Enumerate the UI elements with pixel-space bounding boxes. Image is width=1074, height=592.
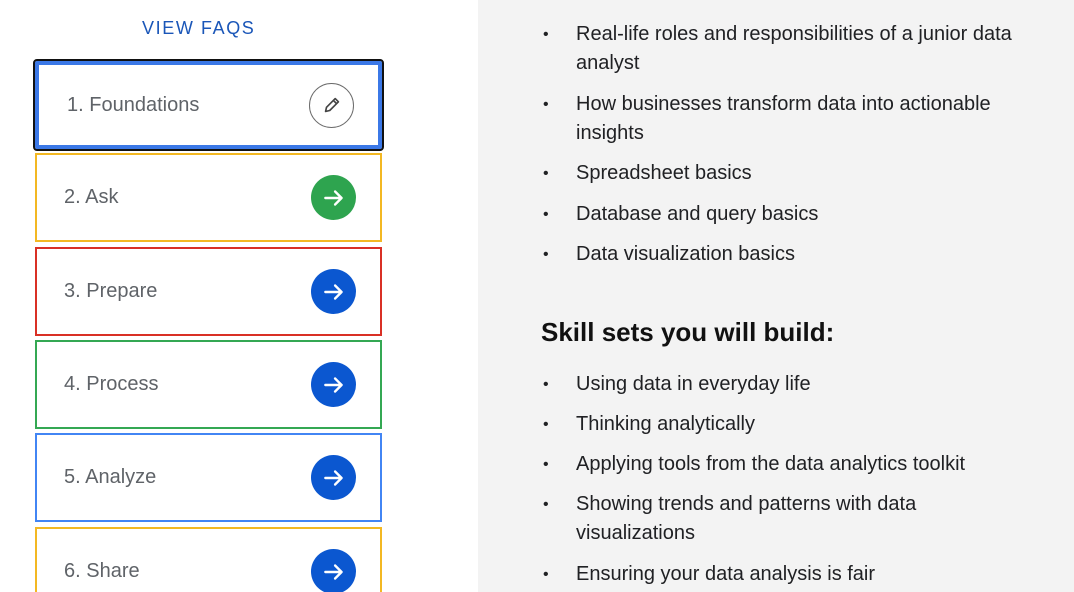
skill-list-item: • Using data in everyday life: [543, 370, 1023, 399]
module-label: 1. Foundations: [67, 93, 200, 116]
module-label: 2. Ask: [64, 186, 119, 208]
module-label: 6. Share: [64, 560, 140, 582]
arrow-right-icon: [311, 455, 356, 500]
skill-list-item: • Ensuring your data analysis is fair: [543, 560, 1023, 589]
arrow-right-icon: [311, 269, 356, 314]
topic-list-item: • Spreadsheet basics: [543, 159, 1023, 188]
edit-pencil-icon: [309, 82, 354, 128]
arrow-right-icon: [311, 175, 356, 220]
bullet-icon: •: [543, 206, 549, 223]
skill-list-item: • Showing trends and patterns with data …: [543, 490, 1023, 548]
module-card-analyze[interactable]: 5. Analyze: [35, 433, 382, 522]
topic-list-item: • How businesses transform data into act…: [543, 90, 1023, 148]
module-card-ask[interactable]: 2. Ask: [35, 153, 382, 242]
bullet-icon: •: [543, 26, 549, 43]
bullet-icon: •: [543, 566, 549, 583]
view-faqs-link[interactable]: VIEW FAQS: [142, 18, 255, 39]
bullet-icon: •: [543, 96, 549, 113]
bullet-icon: •: [543, 246, 549, 263]
bullet-icon: •: [543, 376, 549, 393]
skills-heading: Skill sets you will build:: [541, 317, 835, 347]
module-card-prepare[interactable]: 3. Prepare: [35, 247, 382, 336]
module-card-process[interactable]: 4. Process: [35, 340, 382, 429]
module-label: 4. Process: [64, 373, 159, 395]
bullet-icon: •: [543, 165, 549, 182]
bullet-icon: •: [543, 416, 549, 433]
skill-list-item: • Thinking analytically: [543, 410, 1023, 439]
arrow-right-icon: [311, 362, 356, 407]
module-card-share[interactable]: 6. Share: [35, 527, 382, 592]
arrow-right-icon: [311, 549, 356, 592]
module-label: 3. Prepare: [64, 280, 158, 302]
bullet-icon: •: [543, 456, 549, 473]
topic-list-item: • Real-life roles and responsibilities o…: [543, 20, 1023, 78]
topic-list-item: • Data visualization basics: [543, 240, 1023, 269]
bullet-icon: •: [543, 496, 549, 513]
topic-list-item: • Database and query basics: [543, 200, 1023, 229]
module-card-foundations[interactable]: 1. Foundations: [33, 59, 384, 151]
skill-list-item: • Applying tools from the data analytics…: [543, 450, 1023, 479]
module-label: 5. Analyze: [64, 466, 157, 488]
